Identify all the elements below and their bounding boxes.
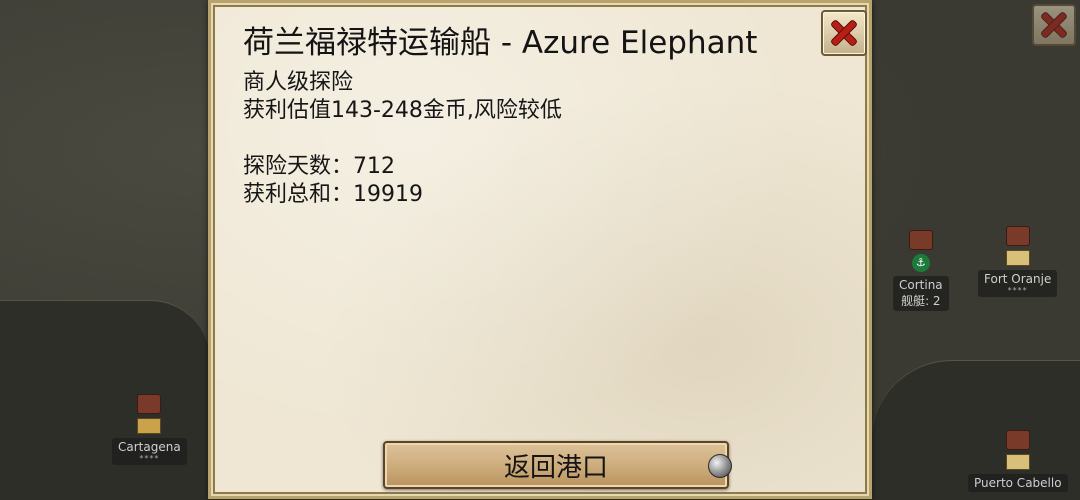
close-x-icon — [823, 12, 865, 54]
port-puerto-cabello[interactable]: Puerto Cabello — [968, 430, 1068, 492]
port-stars: **** — [139, 454, 160, 463]
expedition-days: 探险天数：712 — [243, 154, 395, 179]
close-x-icon — [1034, 6, 1074, 44]
anchor-icon: ⚓ — [911, 254, 930, 272]
pirate-flag-icon — [1005, 454, 1030, 470]
port-name: Cortina — [899, 278, 943, 292]
port-name: Fort Oranje — [984, 272, 1052, 286]
pirate-flag-icon — [1005, 250, 1030, 266]
port-ship-count: 舰艇: 2 — [901, 294, 941, 308]
expedition-dialog: 荷兰福禄特运输船 - Azure Elephant 商人级探险 获利估值143-… — [208, 0, 872, 499]
dialog-close-button[interactable] — [821, 10, 867, 56]
port-fort-oranje[interactable]: Fort Oranje **** — [978, 226, 1058, 297]
return-button-label: 返回港口 — [503, 452, 608, 483]
expedition-level: 商人级探险 — [243, 70, 354, 95]
profit-estimate: 获利估值143-248金币,风险较低 — [243, 98, 562, 123]
port-cortina[interactable]: ⚓ Cortina 舰艇: 2 — [893, 230, 949, 311]
treasure-chest-icon — [137, 394, 162, 414]
dialog-title: 荷兰福禄特运输船 - Azure Elephant — [243, 25, 758, 61]
port-name: Puerto Cabello — [974, 476, 1062, 490]
port-cartagena[interactable]: Cartagena **** — [112, 394, 187, 465]
spain-flag-icon — [137, 418, 162, 434]
map-close-button[interactable] — [1032, 4, 1076, 46]
treasure-chest-icon — [1005, 226, 1030, 246]
return-to-port-button[interactable]: 返回港口 — [383, 441, 729, 489]
treasure-chest-icon — [908, 230, 933, 250]
treasure-chest-icon — [1005, 430, 1030, 450]
total-profit: 获利总和：19919 — [243, 182, 423, 207]
rivet-right-icon — [708, 454, 732, 478]
port-name: Cartagena — [118, 440, 181, 454]
port-stars: **** — [1007, 286, 1028, 295]
